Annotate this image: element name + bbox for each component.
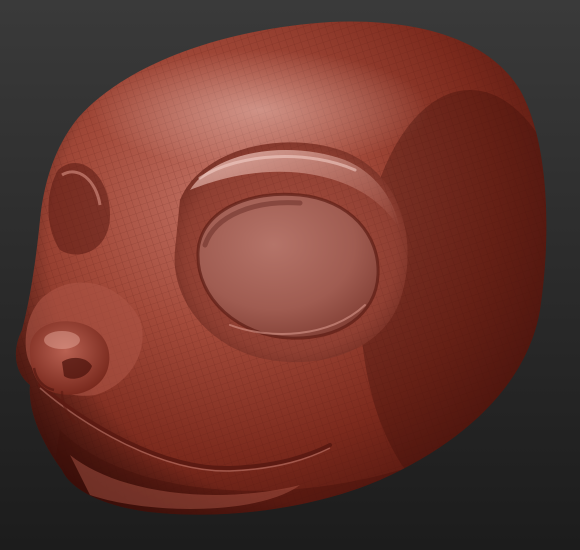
nose bbox=[29, 321, 110, 395]
viewport[interactable] bbox=[0, 0, 580, 550]
render-canvas bbox=[0, 0, 580, 550]
